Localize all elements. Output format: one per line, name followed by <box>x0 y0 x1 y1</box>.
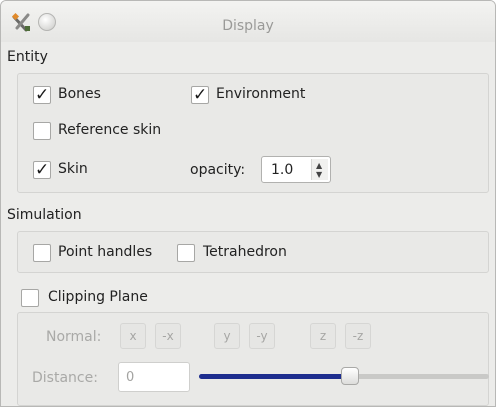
normal-neg-y-button[interactable]: -y <box>249 323 275 349</box>
clipping-plane-checkbox[interactable] <box>21 289 39 307</box>
checkmark-icon: ✓ <box>35 160 50 180</box>
skin-checkbox[interactable]: ✓ <box>33 160 51 180</box>
checkmark-icon: ✓ <box>193 85 208 105</box>
simulation-section-label: Simulation <box>7 207 82 223</box>
point-handles-label: Point handles <box>58 244 153 260</box>
entity-section-label: Entity <box>7 49 48 65</box>
reference-skin-label: Reference skin <box>58 122 162 138</box>
reference-skin-checkbox[interactable] <box>33 122 51 140</box>
skin-label: Skin <box>58 161 88 177</box>
bones-label: Bones <box>58 86 101 102</box>
normal-z-button[interactable]: z <box>310 323 336 349</box>
normal-label: Normal: <box>46 329 102 345</box>
point-handles-checkbox[interactable] <box>33 244 51 262</box>
display-window: Display Entity ✓ Bones ✓ Environment Ref… <box>0 0 496 407</box>
opacity-spinbox[interactable]: 1.0 ▲ ▼ <box>261 156 331 183</box>
checkmark-icon: ✓ <box>35 85 50 105</box>
normal-x-button[interactable]: x <box>120 323 146 349</box>
normal-y-button[interactable]: y <box>214 323 240 349</box>
opacity-value[interactable]: 1.0 <box>271 162 293 178</box>
bones-checkbox[interactable]: ✓ <box>33 85 51 105</box>
window-title: Display <box>222 18 274 34</box>
normal-neg-x-button[interactable]: -x <box>155 323 181 349</box>
distance-slider-handle[interactable] <box>341 367 359 385</box>
distance-label: Distance: <box>32 370 98 386</box>
distance-slider-fill <box>199 374 350 379</box>
spin-down-icon[interactable]: ▼ <box>316 170 322 179</box>
title-bar: Display <box>1 1 495 42</box>
opacity-label: opacity: <box>190 162 246 178</box>
tetrahedron-label: Tetrahedron <box>203 244 287 260</box>
clipping-plane-label: Clipping Plane <box>48 289 148 305</box>
spin-up-icon[interactable]: ▲ <box>316 161 322 170</box>
normal-neg-z-button[interactable]: -z <box>345 323 371 349</box>
spin-arrows[interactable]: ▲ ▼ <box>311 159 328 180</box>
environment-label: Environment <box>216 86 306 102</box>
tetrahedron-checkbox[interactable] <box>177 244 195 262</box>
distance-input[interactable]: 0 <box>118 362 190 392</box>
environment-checkbox[interactable]: ✓ <box>191 85 209 105</box>
